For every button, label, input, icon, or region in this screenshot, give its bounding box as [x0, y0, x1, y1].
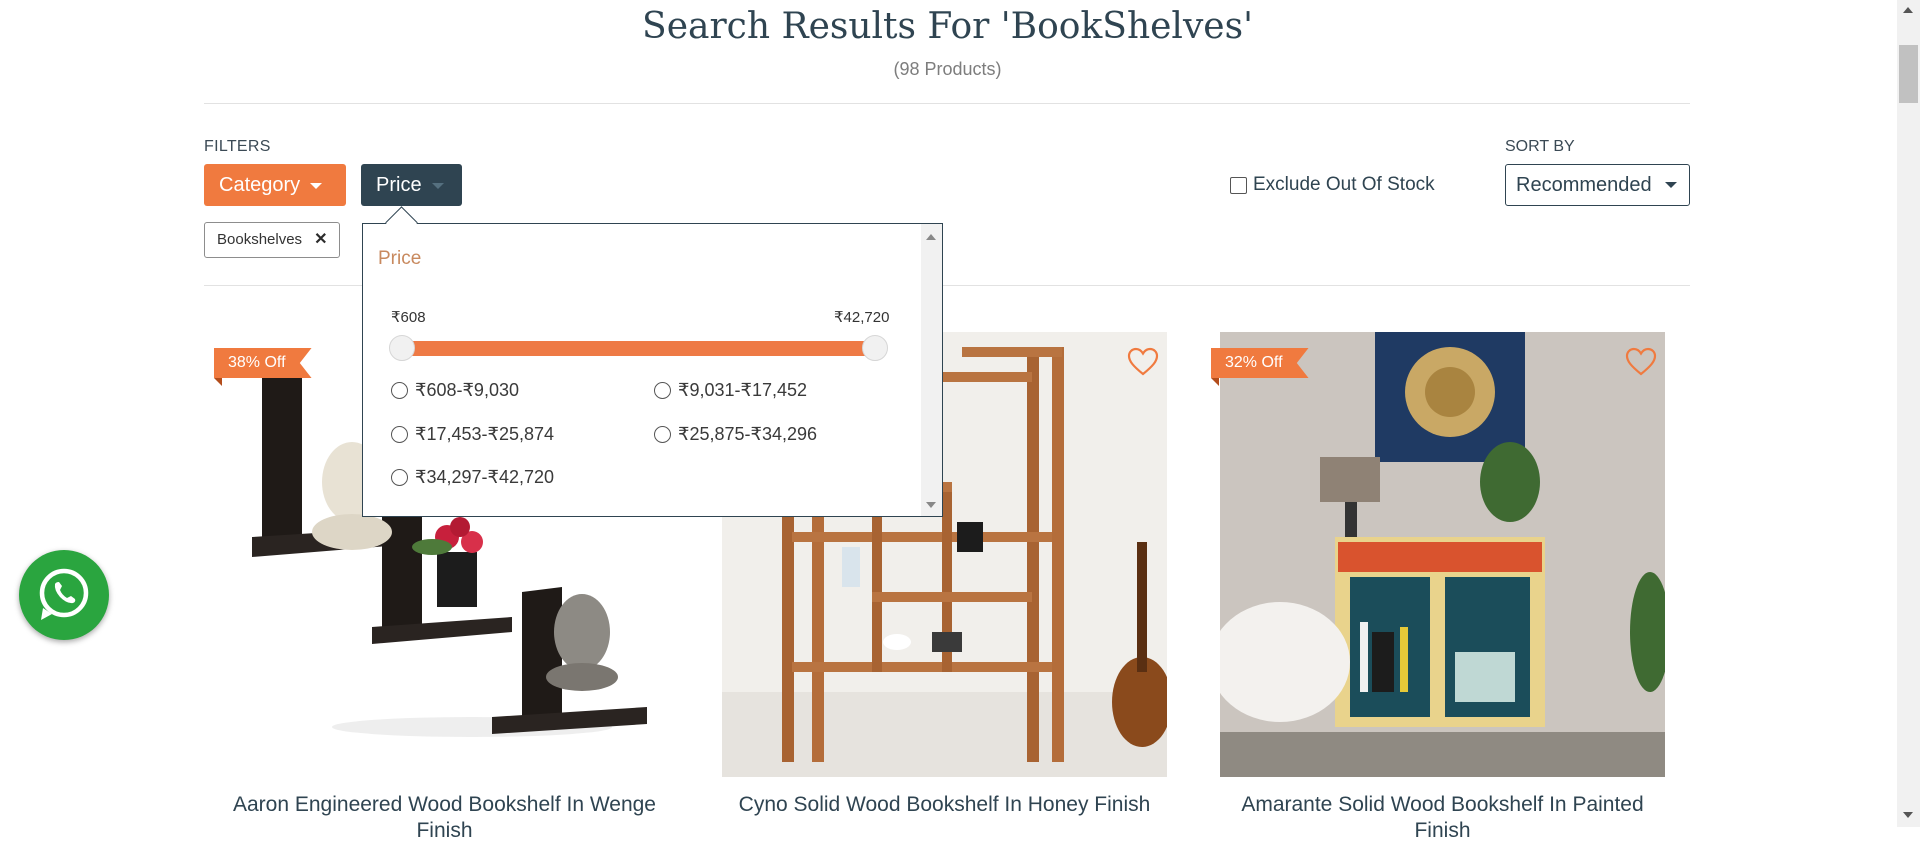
wishlist-heart-icon[interactable]	[1625, 347, 1657, 377]
filters-label: FILTERS	[204, 138, 271, 155]
price-option-label: ₹608-₹9,030	[415, 380, 519, 400]
product-title[interactable]: Amarante Solid Wood Bookshelf In Painted…	[1220, 792, 1665, 844]
active-filter-chip: Bookshelves ✕	[204, 222, 341, 258]
price-option-label: ₹25,875-₹34,296	[678, 424, 818, 444]
sort-label: SORT BY	[1505, 138, 1575, 155]
radio-button[interactable]	[654, 382, 671, 399]
exclude-out-of-stock[interactable]: Exclude Out Of Stock	[1230, 174, 1435, 196]
dropdown-scrollbar[interactable]	[921, 224, 942, 516]
exclude-label: Exclude Out Of Stock	[1253, 174, 1435, 195]
product-image[interactable]	[1220, 332, 1665, 777]
price-filter-button[interactable]: Price	[361, 164, 462, 206]
radio-button[interactable]	[391, 426, 408, 443]
price-range-slider[interactable]	[401, 341, 876, 356]
exclude-checkbox[interactable]	[1230, 176, 1247, 194]
radio-button[interactable]	[391, 469, 408, 486]
wishlist-heart-icon[interactable]	[1127, 347, 1159, 377]
price-option-label: ₹17,453-₹25,874	[415, 424, 555, 444]
product-count: (98 Products)	[893, 59, 1002, 79]
chevron-down-icon	[431, 182, 444, 189]
scrollbar-thumb[interactable]	[1899, 45, 1918, 103]
whatsapp-icon	[39, 568, 89, 620]
chip-label: Bookshelves	[217, 231, 303, 248]
scroll-up-icon[interactable]	[1903, 7, 1913, 13]
price-option[interactable]: ₹25,875-₹34,296	[654, 424, 817, 445]
chevron-down-icon	[310, 182, 323, 189]
discount-badge: 32% Off	[1211, 348, 1309, 378]
price-option-label: ₹34,297-₹42,720	[415, 467, 555, 487]
price-filter-label: Price	[376, 174, 422, 196]
price-range-min: ₹608	[391, 309, 426, 326]
badge-fold	[1211, 378, 1219, 386]
badge-fold	[214, 378, 222, 386]
price-option[interactable]: ₹608-₹9,030	[391, 380, 519, 401]
radio-button[interactable]	[391, 382, 408, 399]
slider-min-handle[interactable]	[389, 335, 415, 361]
price-option[interactable]: ₹17,453-₹25,874	[391, 424, 554, 445]
price-option[interactable]: ₹34,297-₹42,720	[391, 467, 554, 488]
discount-badge: 38% Off	[214, 348, 312, 378]
close-icon[interactable]: ✕	[314, 231, 327, 248]
whatsapp-button[interactable]	[19, 550, 109, 640]
price-option[interactable]: ₹9,031-₹17,452	[654, 380, 807, 401]
category-filter-label: Category	[219, 174, 301, 196]
page-title: Search Results For 'BookShelves'	[642, 6, 1253, 47]
price-option-label: ₹9,031-₹17,452	[678, 380, 807, 400]
scroll-up-icon[interactable]	[926, 234, 936, 240]
slider-max-handle[interactable]	[862, 335, 888, 361]
chevron-down-icon	[1665, 182, 1677, 188]
product-title[interactable]: Aaron Engineered Wood Bookshelf In Wenge…	[222, 792, 667, 844]
price-range-max: ₹42,720	[834, 309, 890, 326]
category-filter-button[interactable]: Category	[204, 164, 346, 206]
scroll-down-icon[interactable]	[1903, 812, 1913, 818]
sort-select[interactable]: Recommended	[1505, 164, 1690, 206]
sort-value: Recommended	[1516, 174, 1652, 196]
radio-button[interactable]	[654, 426, 671, 443]
product-title[interactable]: Cyno Solid Wood Bookshelf In Honey Finis…	[722, 792, 1167, 818]
price-dropdown-title: Price	[378, 248, 422, 269]
divider	[204, 103, 1690, 104]
scroll-down-icon[interactable]	[926, 502, 936, 508]
page-scrollbar[interactable]	[1897, 0, 1920, 827]
